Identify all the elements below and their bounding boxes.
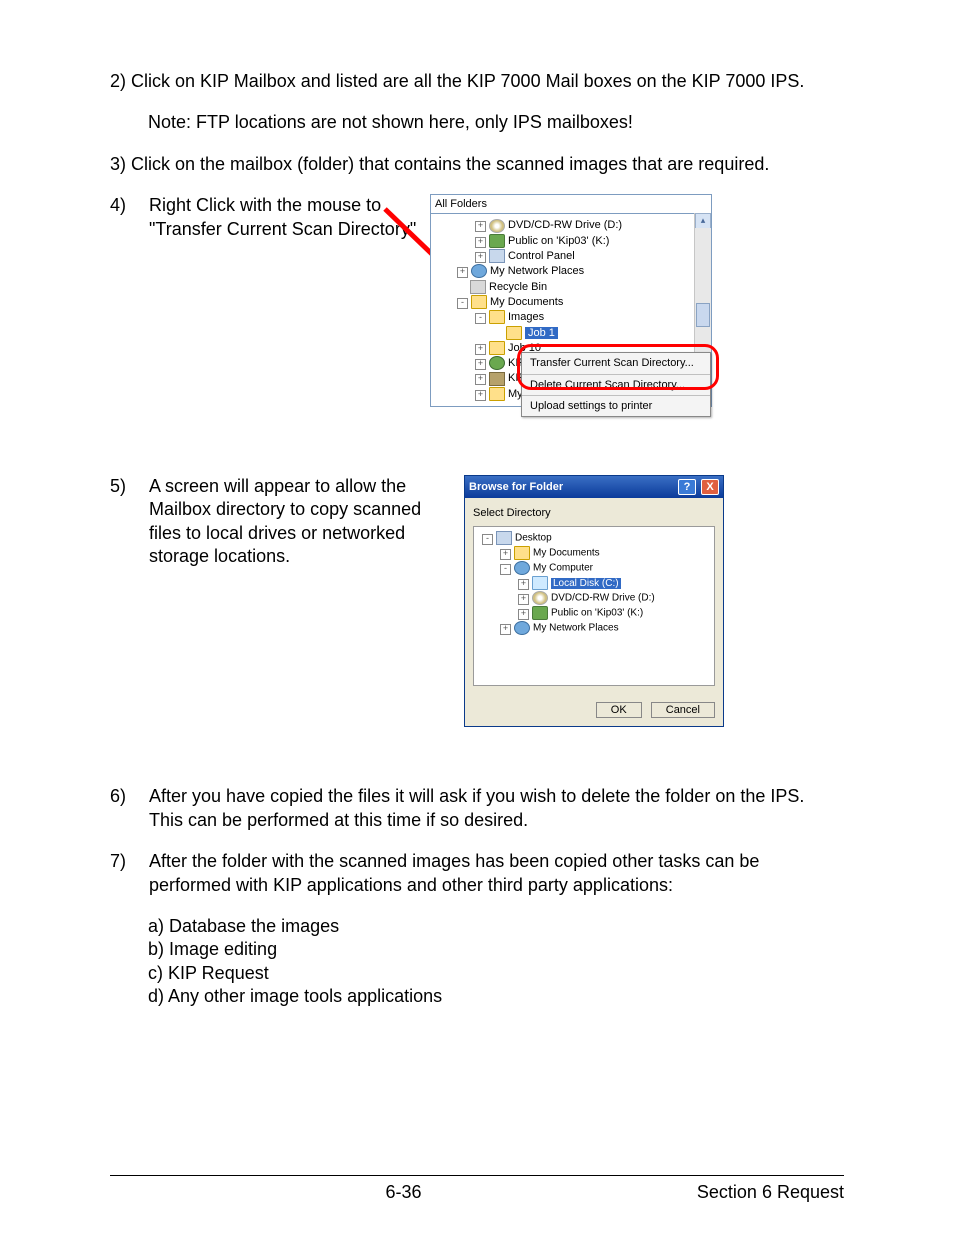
menu-upload[interactable]: Upload settings to printer	[522, 396, 710, 416]
cancel-button[interactable]: Cancel	[651, 702, 715, 718]
sub-b: b) Image editing	[148, 938, 844, 961]
tree-node-control[interactable]: + Control Panel	[435, 249, 707, 264]
expand-icon[interactable]: +	[475, 344, 486, 355]
expand-icon[interactable]: +	[475, 252, 486, 263]
num-4: 4)	[110, 194, 144, 217]
footer-page: 6-36	[110, 1182, 697, 1203]
footer-section: Section 6 Request	[697, 1182, 844, 1203]
expand-icon[interactable]: +	[500, 624, 511, 635]
folder-icon	[514, 546, 530, 560]
tree-label: My Documents	[533, 548, 600, 559]
expand-icon[interactable]: +	[475, 237, 486, 248]
network-drive-icon	[489, 234, 505, 248]
network-places-icon	[471, 264, 487, 278]
para-6: After you have copied the files it will …	[149, 785, 843, 832]
dialog-title: Browse for Folder	[469, 480, 563, 494]
tree-node-dvd2[interactable]: + DVD/CD-RW Drive (D:)	[478, 591, 710, 606]
tree-node-public[interactable]: + Public on 'Kip03' (K:)	[435, 234, 707, 249]
ok-button[interactable]: OK	[596, 702, 642, 718]
tree-label: Control Panel	[508, 250, 575, 262]
expand-icon[interactable]: +	[518, 579, 529, 590]
expand-icon[interactable]: +	[475, 359, 486, 370]
help-button-icon[interactable]: ?	[678, 479, 696, 495]
folder-icon	[506, 326, 522, 340]
disk-icon	[532, 576, 548, 590]
tree-node-public2[interactable]: + Public on 'Kip03' (K:)	[478, 606, 710, 621]
tree-node-netplaces[interactable]: + My Network Places	[435, 264, 707, 279]
tree-label-selected: Local Disk (C:)	[551, 578, 621, 589]
tree-label: My Computer	[533, 563, 593, 574]
para-5: A screen will appear to allow the Mailbo…	[149, 475, 449, 569]
sub-c: c) KIP Request	[148, 962, 844, 985]
num-6: 6)	[110, 785, 144, 808]
expand-icon[interactable]: +	[475, 374, 486, 385]
all-folders-title: All Folders	[431, 195, 711, 214]
expand-icon[interactable]: +	[518, 594, 529, 605]
tree-label-selected: Job 1	[525, 327, 558, 339]
folder-icon	[489, 310, 505, 324]
tree-label: Images	[508, 311, 544, 323]
tree-node-job1[interactable]: Job 1	[435, 326, 707, 341]
expand-icon[interactable]: +	[457, 267, 468, 278]
sub-a: a) Database the images	[148, 915, 844, 938]
tree-label: DVD/CD-RW Drive (D:)	[551, 593, 655, 604]
collapse-icon[interactable]: -	[457, 298, 468, 309]
num-7: 7)	[110, 850, 144, 873]
control-panel-icon	[489, 249, 505, 263]
all-folders-window: All Folders ▴ ▾ +DVD/CD-RW Drive (D:) +P…	[430, 194, 712, 407]
dvd-icon	[489, 219, 505, 233]
desktop-icon	[496, 531, 512, 545]
sub-d: d) Any other image tools applications	[148, 985, 844, 1008]
network-places-icon	[514, 621, 530, 635]
context-menu: Transfer Current Scan Directory... Delet…	[521, 352, 711, 417]
expand-icon[interactable]: +	[518, 609, 529, 620]
para-4: Right Click with the mouse to "Transfer …	[149, 194, 429, 241]
tree-node-images[interactable]: - Images	[435, 310, 707, 325]
folder-icon	[489, 387, 505, 401]
menu-delete[interactable]: Delete Current Scan Directory...	[522, 375, 710, 396]
para-2: 2) Click on KIP Mailbox and listed are a…	[110, 70, 844, 93]
folder-icon	[471, 295, 487, 309]
expand-icon[interactable]: +	[475, 390, 486, 401]
folder-icon	[489, 341, 505, 355]
tree-node-mydocs[interactable]: - My Documents	[435, 295, 707, 310]
tree-label: Public on 'Kip03' (K:)	[508, 235, 609, 247]
collapse-icon[interactable]: -	[475, 313, 486, 324]
para-7: After the folder with the scanned images…	[149, 850, 843, 897]
tree-node-netplaces2[interactable]: + My Network Places	[478, 621, 710, 636]
tree-label: My Documents	[490, 296, 563, 308]
network-drive-icon	[532, 606, 548, 620]
collapse-icon[interactable]: -	[500, 564, 511, 575]
kip-folder-icon	[489, 372, 505, 386]
para-note: Note: FTP locations are not shown here, …	[110, 111, 844, 134]
close-button-icon[interactable]: X	[701, 479, 719, 495]
expand-icon[interactable]: +	[475, 221, 486, 232]
dialog-label: Select Directory	[473, 506, 715, 520]
collapse-icon[interactable]: -	[482, 534, 493, 545]
tree-node-mydocs2[interactable]: + My Documents	[478, 546, 710, 561]
tree-node-mycomp[interactable]: - My Computer	[478, 561, 710, 576]
tree-node-localc[interactable]: + Local Disk (C:)	[478, 576, 710, 591]
tree-label: Public on 'Kip03' (K:)	[551, 608, 643, 619]
tree-node-dvd[interactable]: + DVD/CD-RW Drive (D:)	[435, 218, 707, 233]
tree-node-recycle[interactable]: Recycle Bin	[435, 280, 707, 295]
tree-label: My Network Places	[533, 623, 619, 634]
folder-tree[interactable]: - Desktop + My Documents - My Computer + Loc…	[473, 526, 715, 686]
para-3: 3) Click on the mailbox (folder) that co…	[110, 153, 844, 176]
menu-transfer[interactable]: Transfer Current Scan Directory...	[522, 353, 710, 374]
computer-icon	[514, 561, 530, 575]
recycle-bin-icon	[470, 280, 486, 294]
dvd-icon	[532, 591, 548, 605]
tree-label: DVD/CD-RW Drive (D:)	[508, 219, 622, 231]
kip-icon	[489, 356, 505, 370]
num-5: 5)	[110, 475, 144, 498]
expand-icon[interactable]: +	[500, 549, 511, 560]
tree-label: Desktop	[515, 533, 552, 544]
browse-folder-dialog: Browse for Folder ? X Select Directory -…	[464, 475, 724, 727]
tree-label: My Network Places	[490, 265, 584, 277]
tree-node-desktop[interactable]: - Desktop	[478, 531, 710, 546]
tree-label: Recycle Bin	[489, 281, 547, 293]
